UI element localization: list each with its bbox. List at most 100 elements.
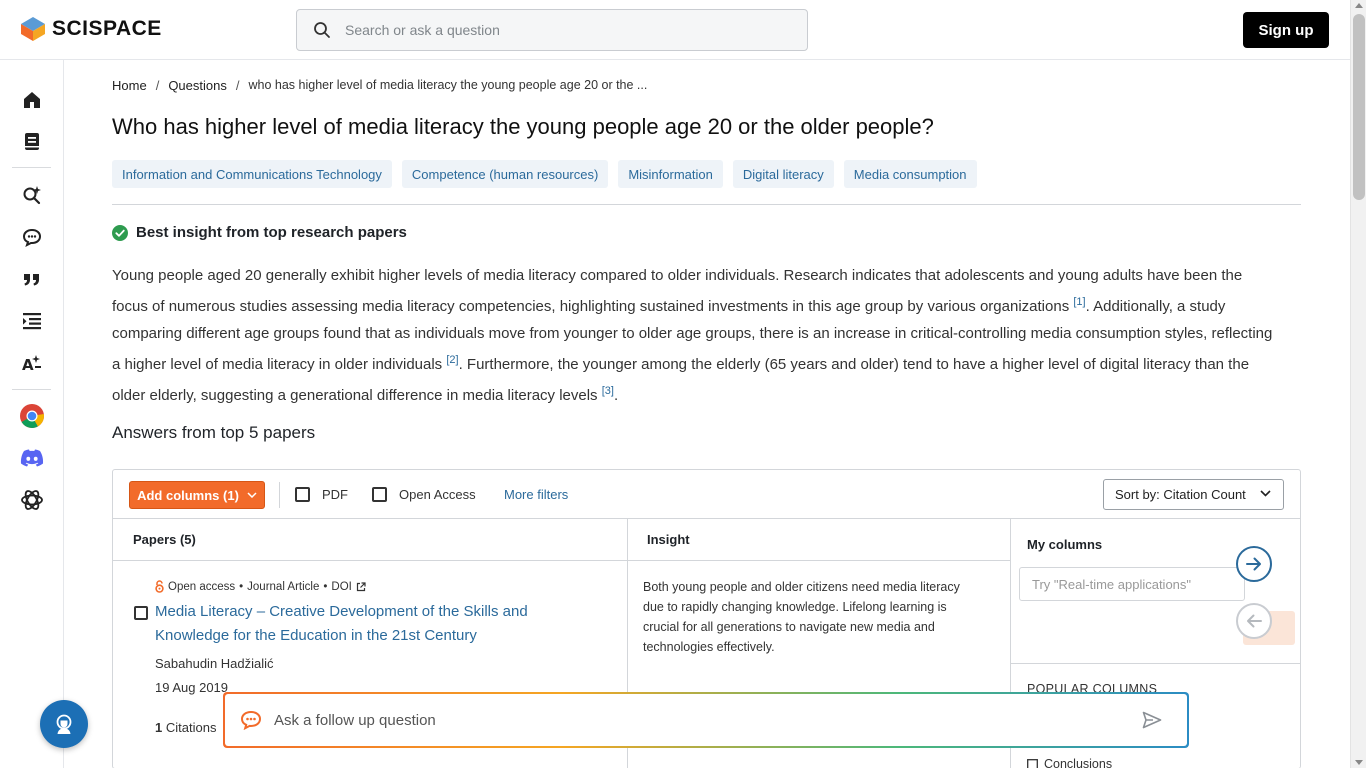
chevron-down-icon — [1260, 490, 1271, 497]
quote-icon — [24, 274, 39, 286]
arrow-left-icon — [1247, 614, 1262, 628]
meta-separator: • — [323, 580, 328, 593]
next-arrow-button[interactable] — [1236, 546, 1272, 582]
scroll-down-arrow-icon[interactable] — [1355, 760, 1363, 765]
prev-arrow-button[interactable] — [1236, 603, 1272, 639]
page-scrollbar[interactable] — [1350, 0, 1366, 768]
add-columns-button[interactable]: Add columns (1) — [129, 481, 265, 509]
follow-up-input[interactable] — [274, 711, 1134, 729]
pdf-filter-label[interactable]: PDF — [322, 487, 348, 502]
search-ai-icon — [23, 186, 41, 205]
library-icon — [25, 133, 39, 150]
open-access-filter-checkbox[interactable] — [372, 487, 387, 502]
checkbox-icon — [1027, 758, 1038, 768]
search-input[interactable] — [345, 22, 765, 38]
follow-up-bar — [223, 692, 1189, 748]
sort-dropdown[interactable]: Sort by: Citation Count — [1103, 479, 1284, 510]
paper-author[interactable]: Sabahudin Hadžialić — [155, 656, 274, 671]
search-bar[interactable] — [296, 9, 808, 51]
top-bar: SCISPACE Sign up — [0, 0, 1350, 60]
svg-text:A: A — [22, 356, 34, 373]
breadcrumb-current: who has higher level of media literacy t… — [248, 78, 648, 92]
toolbar-divider — [279, 482, 280, 508]
papers-column-label: Papers (5) — [133, 532, 196, 547]
my-columns-title: My columns — [1027, 537, 1103, 552]
popular-column-item[interactable]: Conclusions — [1027, 757, 1112, 768]
citation-ref-1[interactable]: [1] — [1073, 296, 1085, 308]
sidebar-item-citations[interactable] — [17, 264, 47, 294]
citations-label: Citations — [165, 720, 217, 735]
chat-bubble-icon — [240, 710, 262, 730]
page-title: Who has higher level of media literacy t… — [112, 114, 934, 139]
chat-icon — [22, 228, 42, 247]
sidebar-item-discord[interactable] — [17, 443, 47, 473]
table-toolbar: Add columns (1) PDF Open Access More fil… — [113, 470, 1300, 519]
insight-summary: Young people aged 20 generally exhibit h… — [112, 262, 1282, 409]
topic-tag[interactable]: Media consumption — [843, 160, 977, 188]
topic-tag[interactable]: Digital literacy — [732, 160, 834, 188]
open-access-icon — [155, 580, 164, 593]
insight-text-part: . — [613, 387, 619, 404]
sidebar-item-chatgpt[interactable] — [17, 485, 47, 515]
arrow-right-icon — [1246, 557, 1261, 571]
citations-count: 1 — [155, 720, 163, 735]
panel-divider — [1011, 663, 1300, 664]
meta-separator: • — [239, 580, 244, 593]
paper-citations: 1 Citations — [155, 720, 216, 735]
sidebar-item-ai-search[interactable] — [17, 180, 47, 210]
send-icon[interactable] — [1142, 711, 1162, 729]
paper-select-checkbox[interactable] — [134, 606, 148, 620]
doi-link[interactable]: DOI — [331, 581, 351, 593]
sort-label: Sort by: Citation Count — [1115, 487, 1246, 502]
open-access-label: Open access — [168, 580, 236, 593]
more-filters-link[interactable]: More filters — [504, 487, 568, 502]
breadcrumb-questions[interactable]: Questions — [168, 78, 227, 93]
scrollbar-thumb[interactable] — [1353, 14, 1365, 200]
outline-icon — [23, 313, 41, 330]
openai-icon — [21, 490, 43, 510]
breadcrumb-separator: / — [155, 78, 160, 93]
sidebar-item-library[interactable] — [17, 127, 47, 157]
support-chat-button[interactable] — [40, 700, 88, 748]
papers-column-header: Papers (5) — [113, 519, 627, 561]
search-icon — [314, 22, 330, 38]
topic-tag[interactable]: Information and Communications Technolog… — [112, 160, 392, 188]
sidebar-item-home[interactable] — [17, 85, 47, 115]
brand-name: SCISPACE — [52, 17, 162, 40]
home-icon — [24, 92, 40, 108]
custom-column-input[interactable]: Try "Real-time applications" — [1019, 567, 1245, 601]
sidebar-item-outline[interactable] — [17, 306, 47, 336]
support-agent-icon — [56, 714, 72, 734]
section-divider — [112, 204, 1301, 205]
chevron-down-icon — [247, 492, 257, 498]
sidebar: A — [0, 60, 64, 768]
sidebar-item-chrome-extension[interactable] — [17, 401, 47, 431]
answers-section-title: Answers from top 5 papers — [112, 423, 316, 442]
topic-tag[interactable]: Misinformation — [618, 160, 723, 188]
sign-up-button[interactable]: Sign up — [1243, 12, 1329, 48]
scroll-up-arrow-icon[interactable] — [1355, 3, 1363, 8]
open-access-filter-label[interactable]: Open Access — [399, 487, 476, 502]
pdf-filter-checkbox[interactable] — [295, 487, 310, 502]
breadcrumb-separator: / — [235, 78, 240, 93]
insight-heading-text: Best insight from top research papers — [136, 224, 407, 241]
paper-meta: Open access • Journal Article • DOI — [155, 580, 366, 593]
topic-tag[interactable]: Competence (human resources) — [401, 160, 609, 188]
sidebar-item-chat[interactable] — [17, 222, 47, 252]
external-link-icon[interactable] — [356, 581, 366, 592]
topic-tags: Information and Communications Technolog… — [112, 160, 977, 188]
citation-ref-2[interactable]: [2] — [446, 354, 458, 366]
citation-ref-3[interactable]: [3] — [602, 385, 614, 397]
insight-column-label: Insight — [647, 532, 690, 547]
ai-writer-icon: A — [22, 355, 41, 373]
sidebar-divider — [12, 389, 51, 390]
follow-up-inner — [225, 694, 1187, 746]
breadcrumb-home[interactable]: Home — [112, 78, 147, 93]
logo[interactable]: SCISPACE — [20, 16, 162, 42]
paper-title-link[interactable]: Media Literacy – Creative Development of… — [155, 600, 575, 648]
insight-column-header: Insight — [628, 519, 1011, 561]
sidebar-item-ai-writer[interactable]: A — [17, 348, 47, 378]
check-circle-icon — [112, 224, 128, 241]
article-type-label: Journal Article — [247, 580, 320, 593]
discord-icon — [20, 449, 44, 467]
